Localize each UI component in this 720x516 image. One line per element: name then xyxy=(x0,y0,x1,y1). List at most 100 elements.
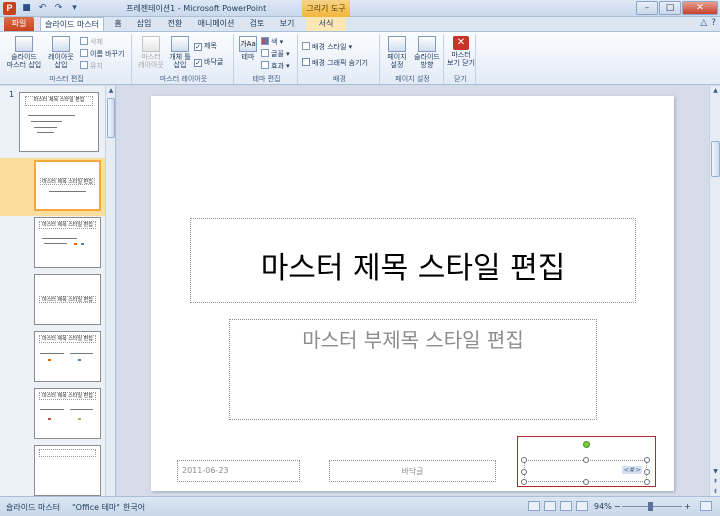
close-icon: ✕ xyxy=(453,36,469,50)
thumbnail-title: 마스터 제목 스타일 편집 xyxy=(38,391,97,400)
preserve-button[interactable]: 유지 xyxy=(80,61,103,71)
tab-file[interactable]: 파일 xyxy=(4,17,34,31)
fit-to-window-icon[interactable] xyxy=(700,501,712,511)
background-styles-icon xyxy=(302,42,310,50)
slide-canvas[interactable]: 마스터 제목 스타일 편집 마스터 부제목 스타일 편집 2011-06-23 … xyxy=(151,96,674,491)
thumbnail-master[interactable]: 마스터 제목 스타일 편집 xyxy=(19,92,99,152)
background-styles-button[interactable]: 배경 스타일 ▾ xyxy=(302,42,352,52)
master-layout-button[interactable]: 마스터 레이아웃 xyxy=(136,36,166,69)
thumbnail-title: 마스터 제목 스타일 편집 xyxy=(38,295,97,304)
hide-background-graphics-checkbox[interactable]: 배경 그래픽 숨기기 xyxy=(302,58,368,68)
slide-title: 마스터 제목 스타일 편집 xyxy=(260,251,566,286)
minimize-button[interactable]: – xyxy=(636,1,658,15)
tab-view[interactable]: 보기 xyxy=(274,17,300,31)
group-close: ✕ 마스터 보기 닫기 닫기 xyxy=(446,34,476,84)
close-window-button[interactable]: ✕ xyxy=(682,1,718,15)
thumbnail-line xyxy=(44,243,67,245)
next-slide-icon[interactable]: ⇟ xyxy=(711,487,720,496)
normal-view-icon[interactable] xyxy=(528,501,540,511)
customize-icon[interactable]: ▾ xyxy=(68,2,81,15)
scroll-thumb[interactable] xyxy=(107,98,115,138)
group-edit-theme: 가Aa 테마 색 ▾ 글꼴 ▾ 효과 ▾ 테마 편집 xyxy=(236,34,298,84)
page-setup-icon xyxy=(388,36,406,52)
minimize-ribbon-icon[interactable]: △ xyxy=(700,18,707,28)
close-master-view-button[interactable]: ✕ 마스터 보기 닫기 xyxy=(446,36,476,67)
checkbox-checked-icon: ✓ xyxy=(194,43,202,51)
zoom-slider-thumb[interactable] xyxy=(648,502,653,511)
language-indicator[interactable]: 한국어 xyxy=(123,502,145,513)
tab-transitions[interactable]: 전환 xyxy=(162,17,188,31)
insert-layout-button[interactable]: 레이아웃 삽입 xyxy=(46,36,76,69)
thumbnail-line xyxy=(40,352,64,354)
scroll-up-icon[interactable]: ▲ xyxy=(711,86,720,95)
group-master-layout: 마스터 레이아웃 개체 틀 삽입 ✓ 제목 ✓ 바닥글 마스터 레이아웃 xyxy=(134,34,234,84)
footer-placeholder[interactable]: 바닥글 xyxy=(329,460,496,482)
window-controls: – □ ✕ xyxy=(636,1,718,15)
zoom-in-button[interactable]: + xyxy=(684,502,691,511)
tab-format[interactable]: 서식 xyxy=(306,17,346,31)
save-icon[interactable]: ■ xyxy=(20,2,33,15)
insert-placeholder-button[interactable]: 개체 틀 삽입 xyxy=(166,36,194,69)
group-label-edit-theme: 테마 편집 xyxy=(252,75,281,83)
redo-icon[interactable]: ↷ xyxy=(52,2,65,15)
scroll-thumb[interactable] xyxy=(711,141,720,177)
drawing-tools-context-label: 그리기 도구 xyxy=(302,0,350,17)
slide-scrollbar[interactable]: ▲ ▼ ⇞ ⇟ xyxy=(709,86,720,496)
theme-effects-button[interactable]: 효과 ▾ xyxy=(261,61,290,71)
powerpoint-app-icon[interactable]: P xyxy=(3,2,16,15)
tab-home[interactable]: 홈 xyxy=(108,17,128,31)
thumbnail-line xyxy=(48,191,87,193)
title-placeholder[interactable]: 마스터 제목 스타일 편집 xyxy=(190,218,636,303)
thumbnail-scrollbar[interactable]: ▲ xyxy=(105,86,115,496)
thumbnail-line xyxy=(30,120,63,122)
layout-icon xyxy=(52,36,70,52)
thumbnail-layout-section[interactable]: 마스터 제목 스타일 편집 xyxy=(34,274,101,325)
thumbnail-dot xyxy=(77,358,81,361)
insert-slide-master-button[interactable]: 슬라이드 마스터 삽입 xyxy=(6,36,42,69)
zoom-level[interactable]: 94% xyxy=(594,502,612,511)
thumbnail-layout-content[interactable]: 마스터 제목 스타일 편집 xyxy=(34,217,101,268)
tab-slide-master[interactable]: 슬라이드 마스터 xyxy=(40,17,104,31)
thumbnail-layout-title[interactable]: 마스터 제목 스타일 편집 xyxy=(34,160,101,211)
theme-fonts-button[interactable]: 글꼴 ▾ xyxy=(261,49,290,59)
thumbnail-dot xyxy=(77,418,81,421)
thumbnail-dot xyxy=(48,418,51,421)
slide-subtitle: 마스터 부제목 스타일 편집 xyxy=(302,328,524,352)
slide-number: 1 xyxy=(9,90,15,99)
slide-thumbnail-pane: 1 마스터 제목 스타일 편집 마스터 제목 스타일 편집 마스터 제목 스타일… xyxy=(0,86,116,496)
group-page-setup: 페이지 설정 슬라이드 방향 페이지 설정 xyxy=(382,34,444,84)
title-checkbox[interactable]: ✓ 제목 xyxy=(194,42,217,51)
date-placeholder[interactable]: 2011-06-23 xyxy=(177,460,300,482)
theme-indicator[interactable]: "Office 테마" xyxy=(72,502,120,513)
slideshow-view-icon[interactable] xyxy=(576,501,588,511)
thumbnail-layout-comparison[interactable]: 마스터 제목 스타일 편집 xyxy=(34,388,101,439)
rename-button[interactable]: 이름 바꾸기 xyxy=(80,49,124,59)
zoom-out-button[interactable]: − xyxy=(614,502,621,511)
thumbnail-layout-title-only[interactable] xyxy=(34,445,101,496)
undo-icon[interactable]: ↶ xyxy=(36,2,49,15)
themes-button[interactable]: 가Aa 테마 xyxy=(238,36,258,61)
slide-orientation-button[interactable]: 슬라이드 방향 xyxy=(412,36,442,69)
thumbnail-dot xyxy=(80,242,84,245)
reading-view-icon[interactable] xyxy=(560,501,572,511)
subtitle-placeholder[interactable]: 마스터 부제목 스타일 편집 xyxy=(229,319,597,420)
footers-checkbox[interactable]: ✓ 바닥글 xyxy=(194,58,223,67)
tab-animations[interactable]: 애니메이션 xyxy=(192,17,240,31)
delete-button[interactable]: 삭제 xyxy=(80,37,103,47)
thumbnail-line xyxy=(70,408,94,410)
footer-text: 바닥글 xyxy=(401,467,424,476)
tab-insert[interactable]: 삽입 xyxy=(132,17,156,31)
scroll-down-icon[interactable]: ▼ xyxy=(711,467,720,476)
help-icon[interactable]: ? xyxy=(711,18,716,28)
theme-colors-button[interactable]: 색 ▾ xyxy=(261,37,283,47)
thumbnail-layout-two-content[interactable]: 마스터 제목 스타일 편집 xyxy=(34,331,101,382)
scroll-up-icon[interactable]: ▲ xyxy=(107,86,115,95)
ribbon-help-controls: △ ? xyxy=(700,18,716,28)
tab-review[interactable]: 검토 xyxy=(244,17,270,31)
previous-slide-icon[interactable]: ⇞ xyxy=(711,477,720,486)
ribbon: 슬라이드 마스터 삽입 레이아웃 삽입 삭제 이름 바꾸기 유지 마스터 편집 … xyxy=(0,31,720,85)
group-edit-master: 슬라이드 마스터 삽입 레이아웃 삽입 삭제 이름 바꾸기 유지 마스터 편집 xyxy=(2,34,132,84)
maximize-button[interactable]: □ xyxy=(659,1,681,15)
page-setup-button[interactable]: 페이지 설정 xyxy=(384,36,410,69)
slide-sorter-view-icon[interactable] xyxy=(544,501,556,511)
